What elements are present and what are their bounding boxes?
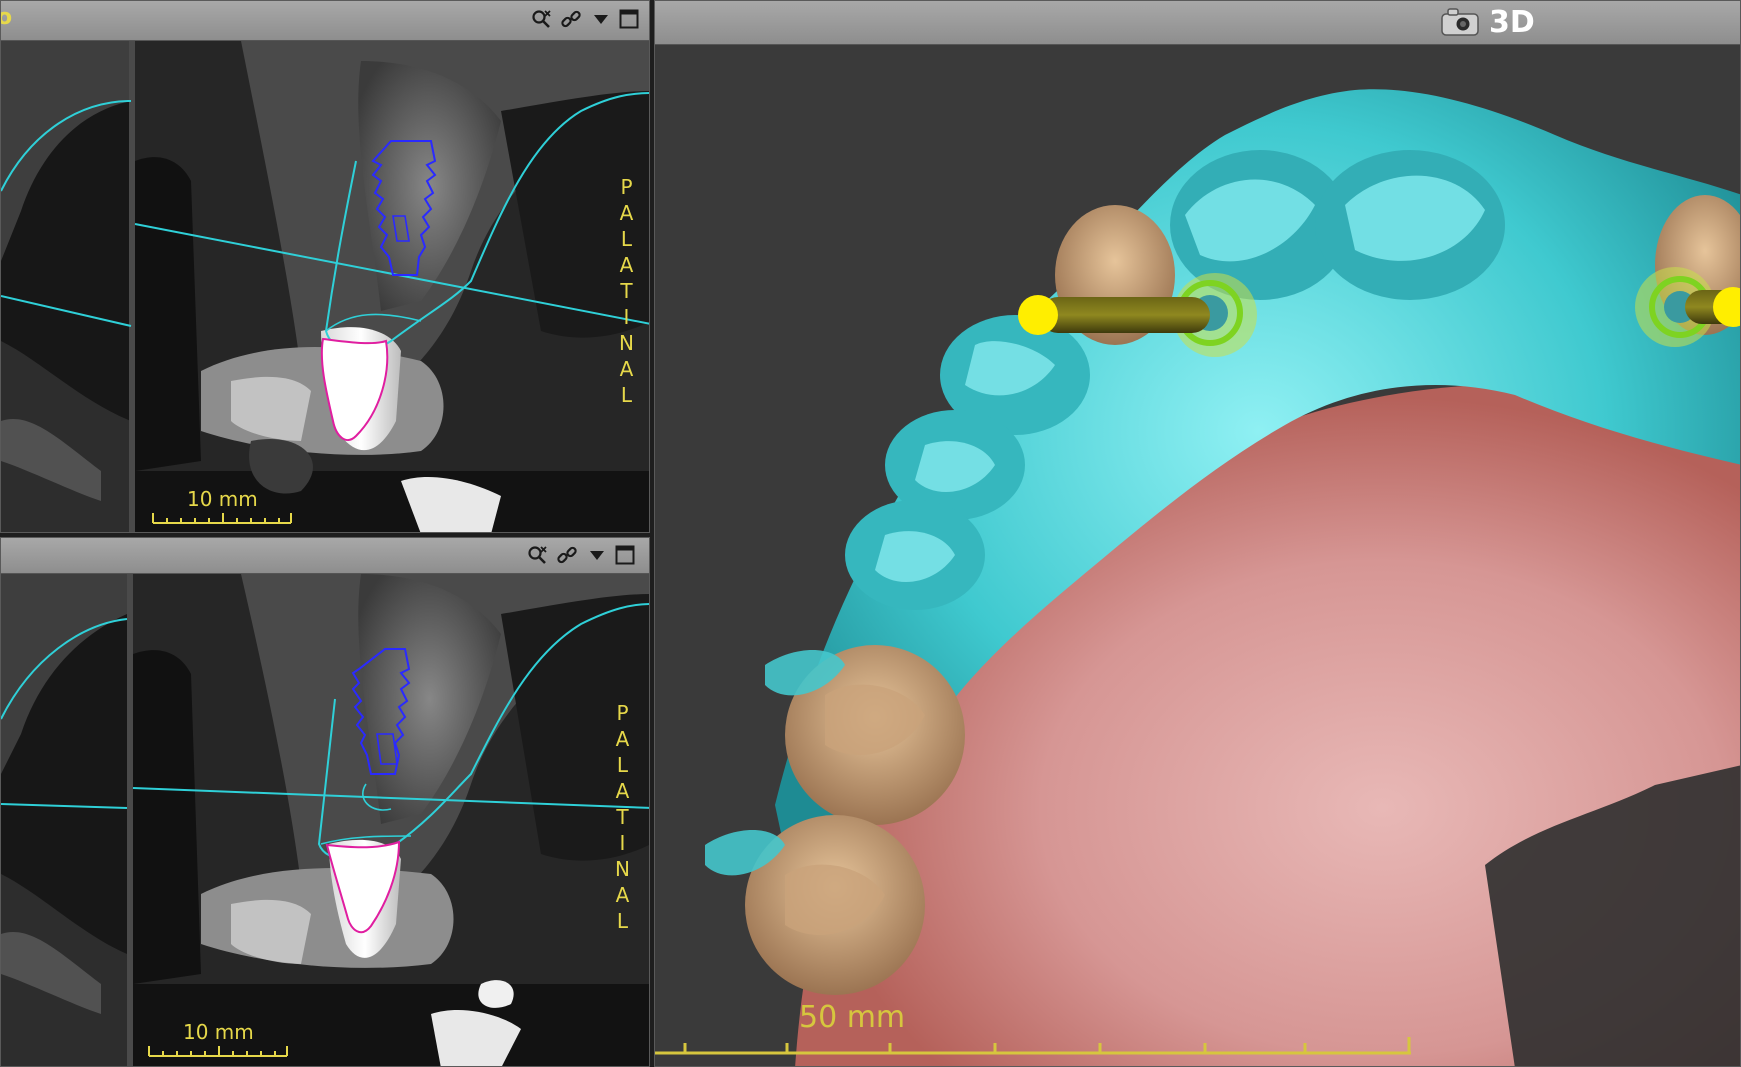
camera-icon[interactable] [1441,8,1479,36]
zoom-reset-button[interactable] [529,7,553,31]
slice-view-bottom: PALATINAL 10 mm [0,537,650,1067]
scale-label-bottom: 10 mm [183,1020,254,1044]
scale-label-3d: 50 mm [799,1000,906,1035]
dropdown-button[interactable] [585,543,609,567]
dropdown-button[interactable] [589,7,613,31]
orientation-letter: P [620,175,633,199]
slice-view-top-title: o [1,5,12,30]
orientation-letter: A [619,357,634,381]
orientation-letter: P [616,701,629,725]
link-icon [557,546,577,564]
maximize-window-icon [619,9,639,29]
zoom-reset-button[interactable] [525,543,549,567]
orientation-letter: A [619,201,634,225]
maximize-button[interactable] [617,7,641,31]
orientation-letter: L [620,383,633,407]
orientation-letter: N [615,857,630,881]
view-3d-header: 3D [1441,1,1535,43]
orientation-letter: L [616,909,629,933]
orientation-letter: T [620,279,633,303]
intraoral-scan-model [655,89,1740,1066]
slice-view-bottom-titlebar [1,538,649,574]
slice-view-bottom-canvas[interactable]: PALATINAL 10 mm [1,574,649,1066]
app-root: o [0,0,1741,1067]
orientation-label-top: PALATINAL [619,174,634,408]
ct-slice-image-top [1,41,649,532]
link-button[interactable] [559,7,583,31]
view-3d-canvas[interactable]: 50 mm [655,45,1740,1066]
maximize-window-icon [615,545,635,565]
orientation-label-bottom: PALATINAL [615,700,630,934]
dropdown-arrow-icon [594,15,608,24]
ct-slice-image-bottom [1,574,649,1066]
link-icon [561,10,581,28]
orientation-letter: T [616,805,629,829]
slice-view-top-canvas[interactable]: PALATINAL 10 mm [1,41,649,532]
link-button[interactable] [555,543,579,567]
view-3d-title: 3D [1489,4,1535,40]
orientation-letter: L [616,753,629,777]
view-3d-titlebar: 3D [655,1,1740,45]
orientation-letter: L [620,227,633,251]
scale-label-top: 10 mm [187,487,258,511]
zoom-reset-icon [528,546,547,564]
zoom-reset-icon [532,10,551,28]
orientation-letter: A [615,779,630,803]
orientation-letter: I [623,305,630,329]
orientation-letter: A [615,727,630,751]
dropdown-arrow-icon [590,551,604,560]
orientation-letter: I [619,831,626,855]
orientation-letter: A [619,253,634,277]
orientation-letter: A [615,883,630,907]
slice-view-top: o [0,0,650,533]
slice-view-top-titlebar: o [1,1,649,41]
orientation-letter: N [619,331,634,355]
view-3d: 3D 50 mm [654,0,1741,1067]
maximize-button[interactable] [613,543,637,567]
